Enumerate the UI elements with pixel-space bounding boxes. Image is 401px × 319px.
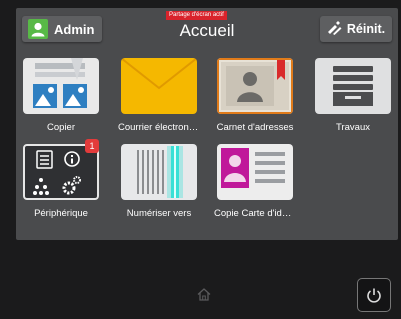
tile-jobs[interactable]: Travaux (312, 58, 394, 133)
tile-device[interactable]: 1 Périphérique (20, 139, 102, 219)
tile-label: Périphérique (34, 208, 88, 219)
power-button[interactable] (357, 278, 391, 312)
copy-icon (23, 58, 99, 114)
tile-label: Travaux (336, 122, 370, 133)
notification-badge: 1 (85, 139, 99, 153)
jobs-icon (315, 58, 391, 114)
home-icon (197, 287, 211, 301)
tile-label: Carnet d'adresses (216, 122, 294, 133)
tile-copy[interactable]: Copier (20, 58, 102, 133)
address-book-icon (217, 58, 293, 114)
tile-id-card-copy[interactable]: Copie Carte d'identité (214, 144, 296, 219)
tile-label: Copie Carte d'identité (214, 208, 296, 219)
scan-icon (121, 144, 197, 200)
touch-screen: Admin Partage d'écran actif Accueil Réin… (16, 8, 398, 240)
power-icon (367, 288, 381, 303)
reset-label: Réinit. (346, 22, 386, 36)
tile-label: Numériser vers (126, 208, 192, 219)
header-bar: Admin Partage d'écran actif Accueil Réin… (16, 8, 398, 48)
tile-label: Courrier électronique (118, 122, 200, 133)
tile-scan-to[interactable]: Numériser vers (118, 144, 200, 219)
id-card-copy-icon (217, 144, 293, 200)
reset-button[interactable]: Réinit. (320, 16, 392, 42)
reset-icon (327, 20, 342, 38)
tile-label: Copier (47, 122, 75, 133)
screen-share-indicator: Partage d'écran actif (166, 11, 227, 20)
tile-address-book[interactable]: Carnet d'adresses (214, 58, 296, 133)
email-icon (121, 58, 197, 114)
tile-email[interactable]: Courrier électronique (118, 58, 200, 133)
home-button[interactable] (189, 282, 219, 306)
